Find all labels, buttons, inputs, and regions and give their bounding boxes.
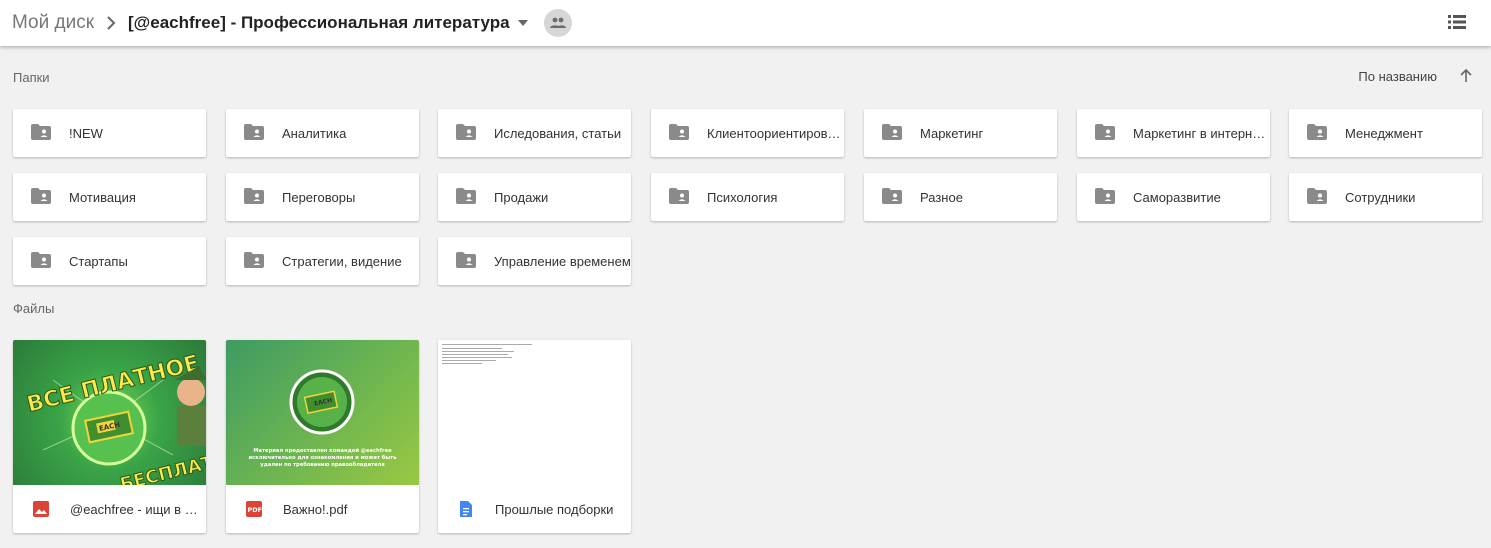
folder-name: Сотрудники	[1345, 189, 1416, 205]
folder-card[interactable]: Психология	[651, 173, 844, 221]
folder-name: Психология	[707, 189, 778, 205]
file-card[interactable]: EACH ВСЕ ПЛАТНОЕ БЕСПЛАТНО @eachfree - и…	[13, 340, 206, 533]
shared-folder-icon	[882, 124, 902, 142]
file-name: Прошлые подборки	[495, 501, 614, 517]
file-thumbnail	[438, 340, 631, 485]
folder-name: Маркетинг в интернете	[1133, 125, 1270, 141]
shared-folder-icon	[1307, 188, 1327, 206]
file-name: Важно!.pdf	[283, 501, 348, 517]
folder-card[interactable]: !NEW	[13, 109, 206, 157]
shared-folder-icon	[1095, 124, 1115, 142]
doc-file-icon	[457, 500, 475, 518]
file-card[interactable]: Прошлые подборки	[438, 340, 631, 533]
folder-name: Стартапы	[69, 253, 128, 269]
sort-by-name-button[interactable]: По названию	[1358, 69, 1437, 84]
folder-name: Мотивация	[69, 189, 136, 205]
shared-folder-icon	[31, 252, 51, 270]
folder-card[interactable]: Разное	[864, 173, 1057, 221]
folder-card[interactable]: Менеджмент	[1289, 109, 1482, 157]
folder-card[interactable]: Клиентоориентированность	[651, 109, 844, 157]
shared-folder-icon	[244, 252, 264, 270]
file-name: @eachfree - ищи в поиске	[70, 501, 198, 517]
shared-folder-icon	[244, 124, 264, 142]
folder-name: Иследования, статьи	[494, 125, 622, 141]
shared-folder-icon	[882, 188, 902, 206]
shared-folder-icon	[456, 188, 476, 206]
people-icon[interactable]	[543, 9, 572, 37]
list-view-icon[interactable]	[1445, 10, 1469, 34]
breadcrumb-root[interactable]: Мой диск	[12, 12, 94, 34]
file-card[interactable]: EACH Материал предоставлен командой @eac…	[226, 340, 419, 533]
shared-folder-icon	[456, 252, 476, 270]
folder-name: Стратегии, видение	[282, 253, 402, 269]
folder-name: Переговоры	[282, 189, 356, 205]
shared-folder-icon	[669, 188, 689, 206]
shared-folder-icon	[31, 188, 51, 206]
shared-folder-icon	[1307, 124, 1327, 142]
file-thumbnail: EACH ВСЕ ПЛАТНОЕ БЕСПЛАТНО	[13, 340, 206, 485]
folder-card[interactable]: Саморазвитие	[1077, 173, 1270, 221]
folder-card[interactable]: Иследования, статьи	[438, 109, 631, 157]
folders-section-label: Папки	[13, 70, 50, 85]
shared-folder-icon	[456, 124, 476, 142]
folder-card[interactable]: Стартапы	[13, 237, 206, 285]
shared-folder-icon	[669, 124, 689, 142]
folder-name: Саморазвитие	[1133, 189, 1221, 205]
chevron-right-icon	[106, 16, 116, 30]
pdf-caption: Материал предоставлен командой @eachfree…	[248, 448, 397, 468]
image-file-icon	[32, 500, 50, 518]
folder-card[interactable]: Стратегии, видение	[226, 237, 419, 285]
breadcrumb-current-folder[interactable]: [@eachfree] - Профессиональная литератур…	[128, 13, 510, 33]
folder-card[interactable]: Сотрудники	[1289, 173, 1482, 221]
folder-card[interactable]: Управление временем	[438, 237, 631, 285]
shared-folder-icon	[244, 188, 264, 206]
pdf-file-icon: PDF	[245, 500, 263, 518]
arrow-up-icon[interactable]	[1457, 67, 1475, 85]
folder-name: Менеджмент	[1345, 125, 1423, 141]
folder-card[interactable]: Маркетинг в интернете	[1077, 109, 1270, 157]
folder-card[interactable]: Аналитика	[226, 109, 419, 157]
folder-name: Разное	[920, 189, 963, 205]
shared-folder-icon	[31, 124, 51, 142]
folder-name: Клиентоориентированность	[707, 125, 844, 141]
folder-card[interactable]: Переговоры	[226, 173, 419, 221]
svg-text:PDF: PDF	[248, 506, 263, 514]
folder-name: Управление временем	[494, 253, 631, 269]
folder-name: Маркетинг	[920, 125, 984, 141]
folder-card[interactable]: Маркетинг	[864, 109, 1057, 157]
files-section-label: Файлы	[13, 301, 55, 316]
folder-name: !NEW	[69, 125, 103, 141]
folder-name: Аналитика	[282, 125, 347, 141]
folder-card[interactable]: Мотивация	[13, 173, 206, 221]
top-bar: Мой диск [@eachfree] - Профессиональная …	[0, 0, 1491, 46]
caret-down-icon[interactable]	[517, 20, 528, 26]
file-thumbnail: EACH Материал предоставлен командой @eac…	[226, 340, 419, 485]
folder-name: Продажи	[494, 189, 549, 205]
shared-folder-icon	[1095, 188, 1115, 206]
folder-card[interactable]: Продажи	[438, 173, 631, 221]
